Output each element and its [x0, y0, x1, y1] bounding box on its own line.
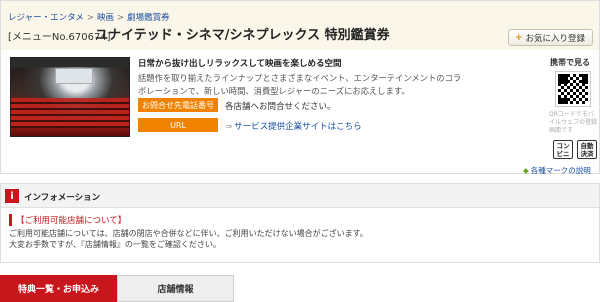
tab-benefits-apply[interactable]: 特典一覧・お申込み: [0, 275, 117, 302]
mark-explanation-link[interactable]: ◆ 各種マークの説明: [523, 165, 591, 176]
phone-text: 各店舗へお問合せください。: [225, 102, 336, 112]
auto-settle-icon-line1: 自動: [580, 142, 594, 150]
conveni-icon-line1: コン: [556, 142, 570, 150]
link-arrow-icon: ⇒: [225, 122, 233, 132]
plus-icon: +: [515, 32, 523, 43]
qr-code: [555, 71, 591, 107]
service-site-link-text: サービス提供企業サイトはこちら: [234, 122, 362, 132]
breadcrumb-item-movie[interactable]: 映画: [97, 13, 114, 23]
url-label: URL: [138, 118, 218, 132]
breadcrumb-separator: >: [86, 13, 94, 23]
breadcrumb: レジャー・エンタメ > 映画 > 劇場鑑賞券: [8, 11, 170, 23]
mobile-view-label: 携帯で見る: [550, 58, 590, 67]
info-icon: i: [5, 189, 19, 203]
notice-heading: 【ご利用可能店舗について】: [9, 214, 126, 226]
service-site-link[interactable]: ⇒ サービス提供企業サイトはこちら: [225, 120, 362, 132]
notice-line: 大変お手数ですが、『店舗情報』の一覧をご確認ください。: [9, 240, 221, 249]
description-text: 話題作を取り揃えたラインナップとさまざまなイベント、エンターテインメントのコラボ…: [138, 73, 462, 96]
conveni-icon-line2: ビニ: [556, 150, 570, 158]
conveni-icon: コン ビニ: [553, 140, 573, 159]
theater-photo: [10, 57, 130, 137]
notice-line: ご利用可能店舗については、店舗の閉店や合併などに伴い、ご利用いただけない場合がご…: [9, 229, 368, 238]
phone-label: お問合せ先電話番号: [138, 98, 218, 112]
add-favorite-label: お気に入り登録: [525, 33, 586, 44]
tab-store-info[interactable]: 店舗情報: [117, 275, 234, 302]
breadcrumb-separator: >: [116, 13, 125, 23]
theater-screen-shape: [55, 68, 93, 84]
auto-settle-icon-line2: 決済: [580, 150, 594, 158]
header-band: レジャー・エンタメ > 映画 > 劇場鑑賞券 [メニューNo.670674] ユナイテッ…: [1, 1, 599, 50]
menu-detail-card: レジャー・エンタメ > 映画 > 劇場鑑賞券 [メニューNo.670674] ユナイテッ…: [0, 0, 600, 176]
notice-body: ご利用可能店舗については、店舗の閉店や合併などに伴い、ご利用いただけない場合がご…: [9, 228, 589, 250]
page-title: ユナイテッド・シネマ/シネプレックス 特別鑑賞券: [95, 28, 390, 43]
qr-note: QRコードでモバイルウェブの登録画面です: [549, 111, 598, 134]
breadcrumb-item-leisure[interactable]: レジャー・エンタメ: [8, 13, 84, 23]
lead-text: 日常から抜け出しリラックスして映画を楽しめる空間: [138, 59, 342, 69]
breadcrumb-item-ticket[interactable]: 劇場鑑賞券: [127, 13, 170, 23]
information-header: i インフォメーション: [1, 184, 599, 208]
mark-explanation-text: 各種マークの説明: [530, 166, 591, 175]
leaf-icon: ◆: [523, 166, 529, 175]
auto-settle-icon: 自動 決済: [577, 140, 597, 159]
theater-seats-shape: [11, 98, 129, 128]
add-favorite-button[interactable]: + お気に入り登録: [508, 29, 593, 46]
information-title: インフォメーション: [24, 193, 101, 203]
information-card: i インフォメーション 【ご利用可能店舗について】 ご利用可能店舗については、店…: [0, 183, 600, 263]
